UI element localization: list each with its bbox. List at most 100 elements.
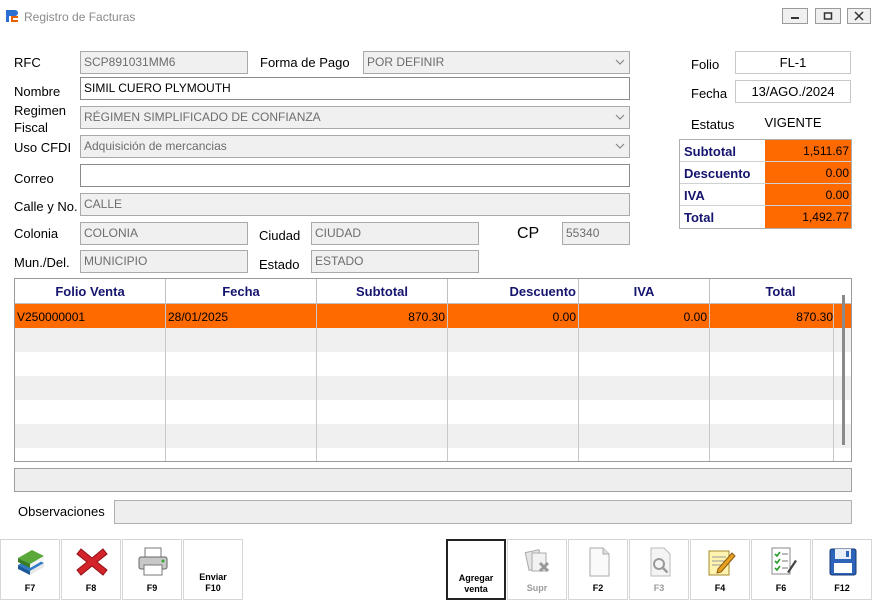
colonia-label: Colonia — [14, 226, 59, 241]
regimen-label-line2: Fiscal — [14, 120, 48, 135]
f3-button[interactable]: F3 — [629, 539, 689, 600]
total-row: Total 1,492.77 — [680, 206, 851, 228]
cell-subtotal: 870.30 — [317, 304, 448, 328]
enviar-label-line1: Enviar — [199, 572, 227, 582]
empty-row — [15, 424, 851, 448]
iva-row: IVA 0.00 — [680, 184, 851, 206]
f2-label: F2 — [592, 583, 604, 593]
maximize-button[interactable] — [815, 8, 841, 24]
cp-field[interactable]: 55340 — [562, 222, 630, 245]
cp-label: CP — [517, 225, 540, 242]
search-document-icon — [650, 547, 671, 577]
chevron-down-icon — [615, 143, 625, 149]
grid-scrollbar[interactable] — [842, 295, 845, 445]
estado-field[interactable]: ESTADO — [311, 250, 479, 273]
mun-label: Mun./Del. — [14, 255, 70, 270]
save-disk-icon — [829, 548, 857, 576]
enviar-button[interactable]: Enviar F10 — [183, 539, 243, 600]
col-fecha[interactable]: Fecha — [166, 279, 317, 303]
f9-button[interactable]: F9 — [122, 539, 182, 600]
col-iva[interactable]: IVA — [579, 279, 710, 303]
regimen-select[interactable]: RÉGIMEN SIMPLIFICADO DE CONFIANZA — [80, 106, 630, 129]
colonia-field[interactable]: COLONIA — [80, 222, 248, 245]
uso-cfdi-label: Uso CFDI — [14, 140, 72, 155]
forma-pago-label: Forma de Pago — [260, 55, 350, 70]
empty-row — [15, 376, 851, 400]
f8-label: F8 — [85, 583, 97, 593]
col-subtotal[interactable]: Subtotal — [317, 279, 448, 303]
descuento-value: 0.00 — [765, 162, 851, 183]
cell-total: 870.30 — [710, 304, 834, 328]
forma-pago-value: POR DEFINIR — [367, 55, 445, 69]
correo-field[interactable] — [80, 164, 630, 187]
uso-cfdi-select[interactable]: Adquisición de mercancias — [80, 135, 630, 158]
sales-grid[interactable]: Folio Venta Fecha Subtotal Descuento IVA… — [14, 278, 852, 462]
col-descuento[interactable]: Descuento — [448, 279, 579, 303]
title-bar: Registro de Facturas — [0, 0, 873, 34]
cell-fecha: 28/01/2025 — [166, 304, 317, 328]
estado-label: Estado — [259, 257, 300, 272]
nombre-field[interactable]: SIMIL CUERO PLYMOUTH — [80, 77, 630, 100]
table-row[interactable]: V250000001 28/01/2025 870.30 0.00 0.00 8… — [15, 304, 851, 328]
observaciones-field[interactable] — [114, 500, 852, 524]
delete-x-icon — [76, 548, 108, 576]
col-folio-venta[interactable]: Folio Venta — [15, 279, 166, 303]
folio-value: FL-1 — [735, 51, 851, 74]
iva-label: IVA — [684, 188, 705, 203]
correo-label: Correo — [14, 171, 54, 186]
enviar-label: Enviar F10 — [184, 572, 242, 594]
f8-button[interactable]: F8 — [61, 539, 121, 600]
f6-button[interactable]: F6 — [751, 539, 811, 600]
f7-label: F7 — [24, 583, 36, 593]
total-label: Total — [684, 210, 715, 225]
ciudad-field[interactable]: CIUDAD — [311, 222, 479, 245]
enviar-label-line2: F10 — [205, 583, 221, 593]
new-document-icon — [589, 547, 610, 577]
f7-button[interactable]: F7 — [0, 539, 60, 600]
agregar-label-line1: Agregar — [458, 573, 494, 583]
supr-button[interactable]: Supr — [507, 539, 567, 600]
forma-pago-select[interactable]: POR DEFINIR — [363, 51, 630, 74]
cell-descuento: 0.00 — [448, 304, 579, 328]
fecha-label: Fecha — [691, 86, 728, 101]
rfc-field[interactable]: SCP891031MM6 — [80, 51, 248, 74]
delete-document-icon — [524, 549, 550, 573]
close-button[interactable] — [847, 8, 871, 24]
descuento-label: Descuento — [684, 166, 751, 181]
app-logo-icon — [6, 10, 18, 22]
estatus-label: Estatus — [691, 117, 735, 132]
total-value: 1,492.77 — [765, 206, 851, 228]
fecha-value: 13/AGO./2024 — [735, 80, 851, 103]
subtotal-row: Subtotal 1,511.67 — [680, 140, 851, 162]
grid-header: Folio Venta Fecha Subtotal Descuento IVA… — [15, 279, 851, 304]
agregar-venta-button[interactable]: Agregar venta — [446, 539, 506, 600]
subtotal-label: Subtotal — [684, 144, 736, 159]
checklist-icon — [771, 547, 797, 575]
f4-label: F4 — [714, 583, 726, 593]
regimen-label-line1: Regimen — [14, 103, 67, 118]
f6-label: F6 — [775, 583, 787, 593]
municipio-field[interactable]: MUNICIPIO — [80, 250, 248, 273]
regimen-value: RÉGIMEN SIMPLIFICADO DE CONFIANZA — [84, 110, 321, 124]
descuento-row: Descuento 0.00 — [680, 162, 851, 184]
agregar-venta-label: Agregar venta — [448, 573, 504, 595]
minimize-button[interactable] — [782, 8, 808, 24]
close-icon — [854, 11, 864, 21]
books-icon — [18, 550, 44, 575]
printer-icon — [138, 547, 168, 576]
supr-label: Supr — [526, 583, 548, 593]
totals-panel: Subtotal 1,511.67 Descuento 0.00 IVA 0.00 T… — [679, 139, 852, 229]
window-title: Registro de Facturas — [24, 10, 136, 24]
estatus-value: VIGENTE — [735, 111, 851, 134]
subtotal-value: 1,511.67 — [765, 140, 851, 161]
f2-button[interactable]: F2 — [568, 539, 628, 600]
maximize-icon — [823, 12, 833, 20]
calle-field[interactable]: CALLE — [80, 193, 630, 216]
f3-label: F3 — [653, 583, 665, 593]
f4-button[interactable]: F4 — [690, 539, 750, 600]
col-total[interactable]: Total — [710, 279, 851, 303]
f9-label: F9 — [146, 583, 158, 593]
minimize-icon — [791, 17, 799, 19]
iva-value: 0.00 — [765, 184, 851, 205]
f12-button[interactable]: F12 — [812, 539, 872, 600]
